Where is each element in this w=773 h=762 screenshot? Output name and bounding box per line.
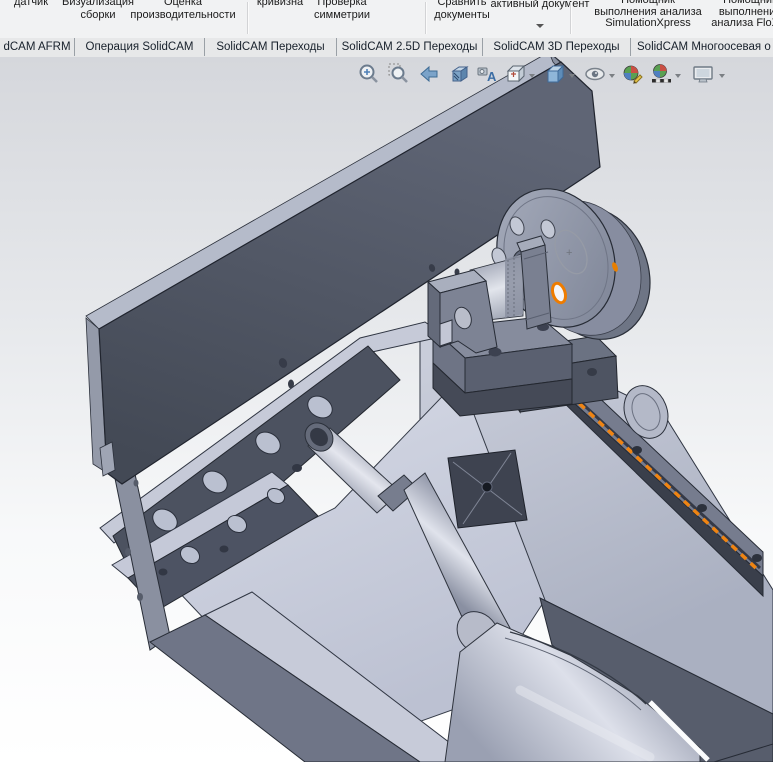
tab-label: SolidCAM Переходы	[216, 41, 325, 53]
tab-solidcam-perehody[interactable]: SolidCAM Переходы	[205, 38, 337, 56]
previous-view-icon[interactable]	[417, 61, 443, 87]
solidworks-window: датчик Визуализация сборки Оценка произв…	[0, 0, 773, 762]
toolbar-button-floxpress-wizard[interactable]: Помощник выполнения анализа FloXpr	[690, 0, 773, 30]
section-view-icon[interactable]	[447, 61, 473, 87]
chevron-down-icon[interactable]	[718, 72, 726, 80]
annotation-view-icon[interactable]: A	[475, 61, 501, 87]
view-settings-icon[interactable]	[690, 61, 716, 87]
zoom-to-area-icon[interactable]	[386, 61, 412, 87]
tab-solidcam-multiaxis[interactable]: SolidCAM Многоосевая о	[631, 38, 773, 56]
tab-solidcam-afrm[interactable]: dCAM AFRM	[0, 38, 75, 56]
hide-show-items-icon[interactable]	[582, 61, 608, 87]
sketch-point-marker: +	[566, 247, 572, 259]
tab-label: SolidCAM Многоосевая о	[637, 41, 771, 53]
tab-label: dCAM AFRM	[3, 41, 71, 53]
command-manager-toolbar: датчик Визуализация сборки Оценка произв…	[0, 0, 773, 39]
toolbar-label: симметрии	[314, 8, 370, 21]
toolbar-button-symmetry-check[interactable]: Проверка симметрии	[300, 0, 384, 21]
chevron-down-icon[interactable]	[528, 72, 536, 80]
graphics-area[interactable]: +	[0, 57, 773, 762]
tab-label: SolidCAM 2.5D Переходы	[341, 41, 478, 53]
chevron-down-icon[interactable]	[674, 72, 682, 80]
zoom-to-fit-icon[interactable]	[356, 61, 382, 87]
screw-head[interactable]	[481, 481, 493, 493]
toolbar-label: датчик	[13, 0, 49, 8]
toolbar-label: анализа FloXpr	[711, 17, 773, 29]
bearing-bracket[interactable]	[426, 269, 498, 354]
tab-solidcam-3d[interactable]: SolidCAM 3D Переходы	[483, 38, 631, 56]
display-style-icon[interactable]	[542, 61, 568, 87]
view-orientation-icon[interactable]	[502, 61, 528, 87]
tab-solidcam-25d[interactable]: SolidCAM 2.5D Переходы	[337, 38, 483, 56]
command-manager-tabs: dCAM AFRM Операция SolidCAM SolidCAM Пер…	[0, 38, 773, 58]
chevron-down-icon[interactable]	[568, 72, 576, 80]
chevron-down-icon[interactable]	[608, 72, 616, 80]
toolbar-button-performance-evaluation[interactable]: Оценка производительности	[118, 0, 248, 21]
chevron-down-icon[interactable]	[536, 24, 544, 28]
tab-label: Операция SolidCAM	[85, 41, 194, 53]
toolbar-separator	[570, 2, 572, 34]
cover-plate[interactable]	[447, 449, 528, 529]
toolbar-label: производительности	[130, 8, 236, 21]
tab-label: SolidCAM 3D Переходы	[493, 41, 620, 53]
edit-appearance-icon[interactable]	[620, 61, 646, 87]
tab-solidcam-operation[interactable]: Операция SolidCAM	[75, 38, 205, 56]
apply-scene-icon[interactable]	[648, 61, 674, 87]
toolbar-label: Оценка	[163, 0, 203, 8]
toolbar-label: Проверка	[317, 0, 367, 8]
svg-text:A: A	[487, 69, 497, 84]
toolbar-label: кривизна	[256, 0, 304, 8]
